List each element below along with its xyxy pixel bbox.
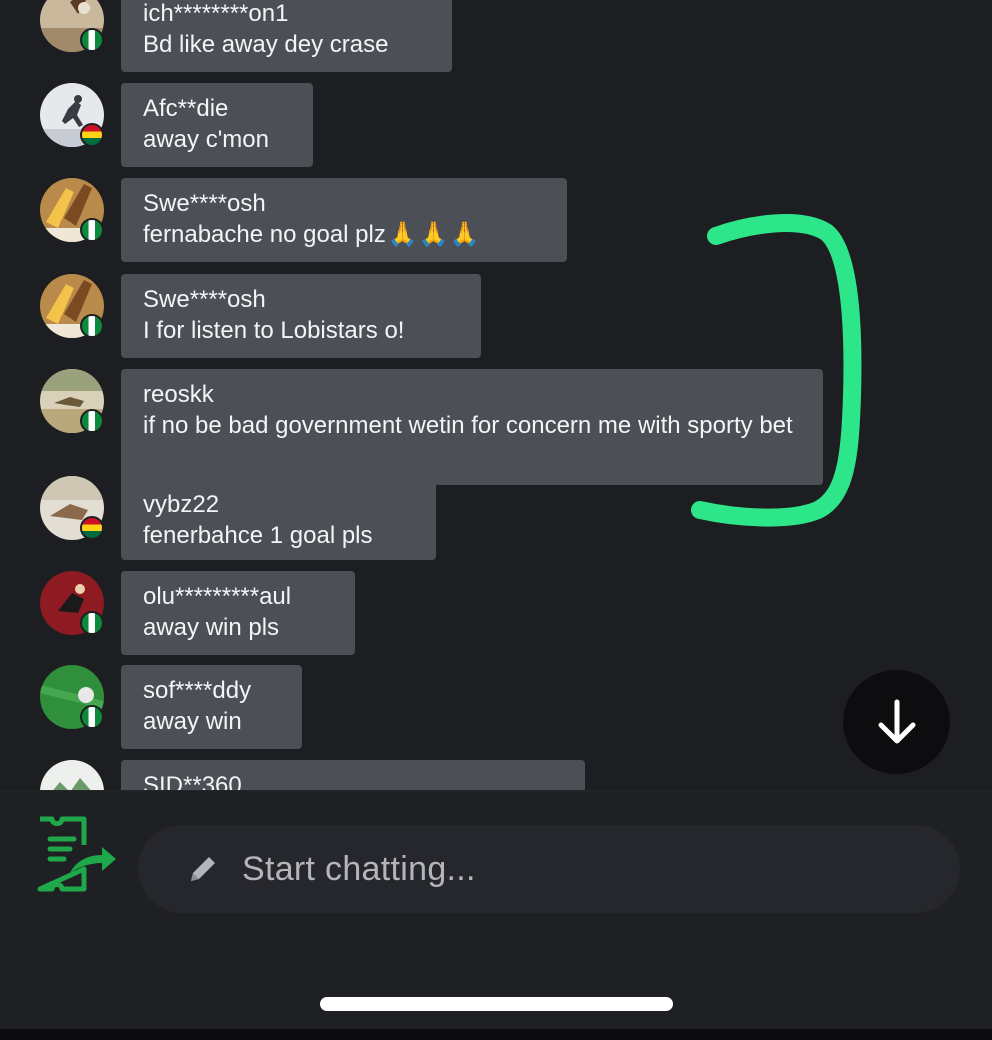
message-text-row: fernabache no goal plz🙏🙏🙏 xyxy=(143,219,545,250)
chat-message: SID**360 xyxy=(40,760,585,790)
nigeria-flag-icon xyxy=(80,409,104,433)
nigeria-flag-icon xyxy=(80,705,104,729)
avatar-image xyxy=(40,760,104,790)
home-indicator[interactable] xyxy=(320,997,673,1011)
avatar[interactable] xyxy=(40,760,104,790)
message-username: Swe****osh xyxy=(143,190,266,217)
chat-message: Swe****osh I for listen to Lobistars o! xyxy=(40,274,481,358)
avatar[interactable] xyxy=(40,0,104,52)
chat-message: reoskk if no be bad government wetin for… xyxy=(40,369,823,485)
message-bubble: Swe****osh fernabache no goal plz🙏🙏🙏 xyxy=(121,178,567,262)
avatar[interactable] xyxy=(40,83,104,147)
chat-input-placeholder: Start chatting... xyxy=(242,849,476,888)
message-username: Swe****osh xyxy=(143,286,266,313)
nigeria-flag-icon xyxy=(80,314,104,338)
message-text: I for listen to Lobistars o! xyxy=(143,317,405,344)
nigeria-flag-icon xyxy=(80,28,104,52)
pencil-icon xyxy=(186,852,220,886)
nigeria-flag-icon xyxy=(80,218,104,242)
message-bubble: Afc**die away c'mon xyxy=(121,83,313,167)
message-bubble: sof****ddy away win xyxy=(121,665,302,749)
message-username: vybz22 xyxy=(143,491,220,518)
chat-message: olu*********aul away win pls xyxy=(40,571,355,655)
message-username: SID**360 xyxy=(143,772,242,790)
message-username: Afc**die xyxy=(143,95,229,122)
message-username: ich********on1 xyxy=(143,0,289,27)
ghana-flag-icon xyxy=(80,516,104,540)
chat-message: Swe****osh fernabache no goal plz🙏🙏🙏 xyxy=(40,178,567,262)
message-bubble: ich********on1 Bd like away dey crase xyxy=(121,0,452,72)
scroll-to-bottom-button[interactable] xyxy=(843,670,950,774)
chat-message: ich********on1 Bd like away dey crase xyxy=(40,0,452,72)
avatar[interactable] xyxy=(40,178,104,242)
arrow-down-icon xyxy=(878,699,915,744)
avatar[interactable] xyxy=(40,274,104,338)
betslip-share-icon xyxy=(37,816,116,892)
message-bubble: SID**360 xyxy=(121,760,585,790)
message-text: Bd like away dey crase xyxy=(143,31,389,58)
message-text: away c'mon xyxy=(143,126,269,153)
message-text: away win xyxy=(143,708,242,735)
message-bubble: vybz22 fenerbahce 1 goal pls xyxy=(121,476,436,560)
nigeria-flag-icon xyxy=(80,611,104,635)
message-text: fenerbahce 1 goal pls xyxy=(143,522,373,549)
message-username: olu*********aul xyxy=(143,583,292,610)
chat-screen: ich********on1 Bd like away dey crase Af… xyxy=(0,0,992,1040)
chat-composer: Start chatting... xyxy=(0,790,992,1040)
avatar[interactable] xyxy=(40,369,104,433)
avatar[interactable] xyxy=(40,665,104,729)
praying-hands-emoji: 🙏🙏🙏 xyxy=(387,221,481,248)
share-betslip-button[interactable] xyxy=(32,815,118,893)
chat-input[interactable]: Start chatting... xyxy=(138,825,960,913)
avatar[interactable] xyxy=(40,571,104,635)
message-text: fernabache no goal plz xyxy=(143,221,386,248)
chat-message: sof****ddy away win xyxy=(40,665,302,749)
message-bubble: olu*********aul away win pls xyxy=(121,571,355,655)
chat-message: Afc**die away c'mon xyxy=(40,83,313,167)
message-text: away win pls xyxy=(143,614,280,641)
message-bubble: Swe****osh I for listen to Lobistars o! xyxy=(121,274,481,358)
message-username: sof****ddy xyxy=(143,677,252,704)
ghana-flag-icon xyxy=(80,123,104,147)
chat-message-list[interactable]: ich********on1 Bd like away dey crase Af… xyxy=(0,0,992,790)
annotation-bracket-icon xyxy=(691,214,862,527)
screen-bottom-edge xyxy=(0,1029,992,1040)
